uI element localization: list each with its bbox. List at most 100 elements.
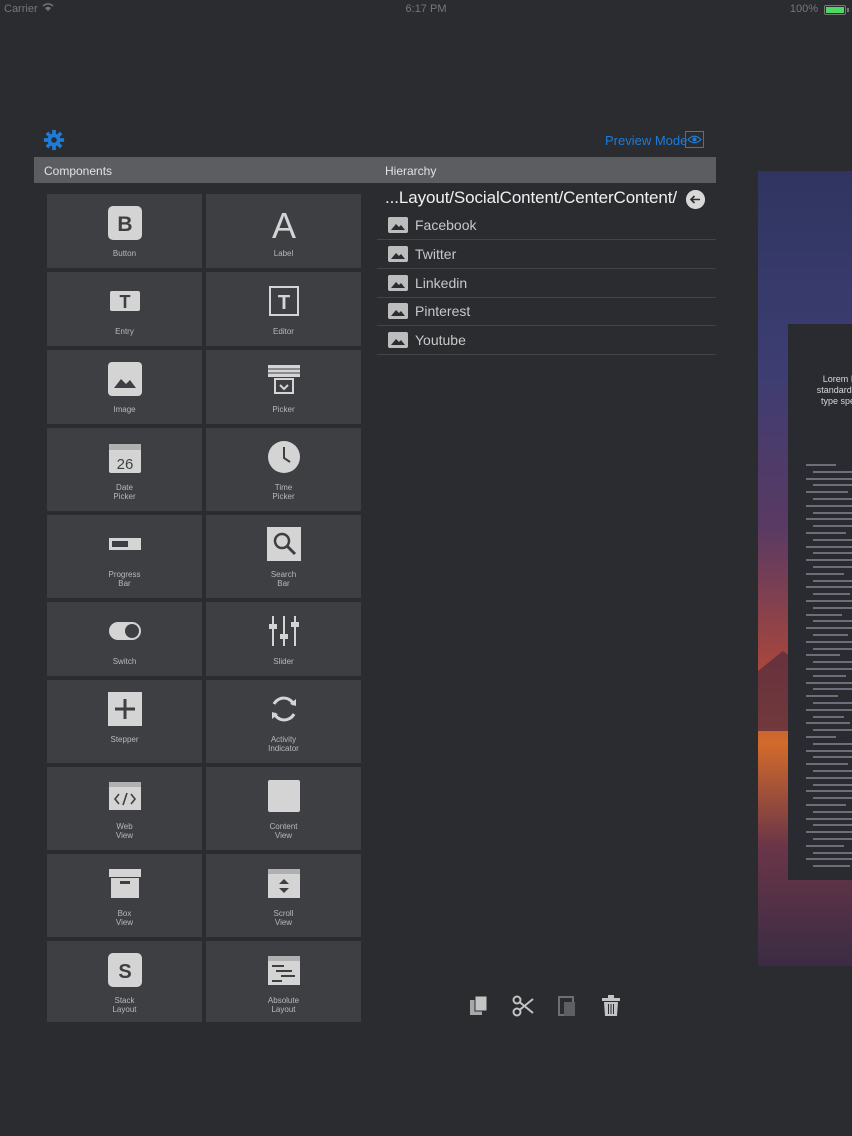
- code-line: [813, 634, 848, 636]
- status-bar: Carrier 6:17 PM 100%: [0, 0, 852, 18]
- editor-icon: T: [268, 286, 299, 316]
- hierarchy-item-linkedin[interactable]: Linkedin: [377, 269, 716, 298]
- component-tile-switch[interactable]: Switch: [47, 602, 202, 676]
- code-line: [813, 470, 852, 473]
- scroll-icon: [267, 869, 300, 898]
- component-label: Search Bar: [270, 570, 297, 588]
- code-line: [813, 511, 852, 514]
- component-label: Activity Indicator: [268, 735, 299, 753]
- code-line: [806, 858, 852, 861]
- hierarchy-item-label: Youtube: [415, 332, 466, 348]
- component-label: Stepper: [110, 735, 139, 744]
- code-icon: [108, 782, 141, 810]
- component-tile-stack-layout[interactable]: S Stack Layout: [47, 941, 202, 1022]
- component-tile-button[interactable]: B Button: [47, 194, 202, 268]
- code-line: [806, 681, 852, 684]
- cut-icon[interactable]: [511, 994, 535, 1018]
- entry-icon: T: [109, 291, 140, 312]
- code-line: [813, 865, 850, 868]
- gear-icon[interactable]: [43, 129, 65, 151]
- button-icon: B: [107, 206, 142, 240]
- code-line: [813, 770, 852, 772]
- component-tile-image[interactable]: Image: [47, 350, 202, 424]
- code-line: [813, 552, 852, 555]
- eye-icon[interactable]: [685, 131, 704, 148]
- component-tile-content-view[interactable]: Content View: [206, 767, 361, 850]
- code-line: [813, 742, 852, 745]
- paste-icon[interactable]: [555, 994, 579, 1018]
- label-icon: A: [271, 206, 295, 240]
- component-tile-date-picker[interactable]: 26 Date Picker: [47, 428, 202, 511]
- hierarchy-item-facebook[interactable]: Facebook: [377, 211, 716, 240]
- code-line: [806, 491, 848, 494]
- hierarchy-item-twitter[interactable]: Twitter: [377, 240, 716, 269]
- square-icon: [267, 780, 300, 812]
- component-label: Absolute Layout: [267, 996, 300, 1014]
- preview-code-sheet: Lorem I standard d type spe: [788, 324, 852, 880]
- component-label: Entry: [115, 327, 134, 336]
- image-icon: [388, 303, 408, 319]
- code-line: [813, 756, 852, 759]
- code-line: [813, 661, 852, 664]
- component-tile-scroll-view[interactable]: Scroll View: [206, 854, 361, 937]
- component-tile-search-bar[interactable]: Search Bar: [206, 515, 361, 598]
- code-line: [813, 484, 852, 487]
- back-arrow-icon[interactable]: [686, 190, 705, 209]
- component-tile-progress-bar[interactable]: Progress Bar: [47, 515, 202, 598]
- trash-icon[interactable]: [599, 994, 623, 1018]
- component-label: Switch: [112, 657, 137, 666]
- hierarchy-item-youtube[interactable]: Youtube: [377, 326, 716, 355]
- battery-icon: [824, 5, 846, 15]
- code-line: [806, 844, 844, 847]
- component-tile-entry[interactable]: T Entry: [47, 272, 202, 346]
- preview-canvas: Lorem I standard d type spe: [758, 171, 852, 966]
- code-line: [806, 736, 836, 738]
- component-label: Time Picker: [272, 483, 295, 501]
- component-tile-slider[interactable]: Slider: [206, 602, 361, 676]
- component-label: Button: [112, 249, 137, 258]
- code-line: [806, 586, 852, 589]
- image-icon: [107, 362, 142, 396]
- hierarchy-item-label: Pinterest: [415, 303, 471, 319]
- component-label: Stack Layout: [112, 996, 137, 1014]
- svg-text:A: A: [271, 206, 295, 240]
- component-label: Label: [273, 249, 294, 258]
- stack-icon: S: [107, 953, 142, 987]
- component-label: Slider: [273, 657, 294, 666]
- svg-text:26: 26: [116, 456, 133, 473]
- hierarchy-item-label: Linkedin: [415, 275, 468, 291]
- component-tile-absolute-layout[interactable]: Absolute Layout: [206, 941, 361, 1022]
- component-tile-box-view[interactable]: Box View: [47, 854, 202, 937]
- component-label: Image: [113, 405, 136, 414]
- component-tile-editor[interactable]: T Editor: [206, 272, 361, 346]
- code-line: [806, 668, 852, 670]
- code-line: [806, 572, 844, 575]
- code-line: [813, 498, 852, 500]
- code-line: [806, 749, 852, 752]
- svg-text:S: S: [118, 961, 131, 983]
- component-tile-stepper[interactable]: Stepper: [47, 680, 202, 763]
- component-tile-web-view[interactable]: Web View: [47, 767, 202, 850]
- code-line: [813, 838, 852, 840]
- code-line: [806, 504, 852, 507]
- code-line: [813, 593, 850, 596]
- component-tile-picker[interactable]: Picker: [206, 350, 361, 424]
- code-line: [806, 722, 850, 725]
- component-label: Scroll View: [273, 909, 294, 927]
- picker-icon: [267, 365, 300, 394]
- hierarchy-item-pinterest[interactable]: Pinterest: [377, 297, 716, 326]
- svg-text:T: T: [277, 292, 289, 314]
- slider-icon: [268, 616, 299, 646]
- component-tile-label[interactable]: A Label: [206, 194, 361, 268]
- code-line: [813, 824, 852, 827]
- code-line: [813, 538, 852, 541]
- code-line: [806, 559, 852, 562]
- code-line: [813, 606, 852, 609]
- component-tile-time-picker[interactable]: Time Picker: [206, 428, 361, 511]
- image-icon: [388, 275, 408, 291]
- preview-mode-button[interactable]: Preview Mode: [605, 133, 687, 148]
- component-tile-activity-indicator[interactable]: Activity Indicator: [206, 680, 361, 763]
- preview-lorem-text: Lorem I standard d type spe: [816, 374, 852, 406]
- battery-percent: 100%: [789, 3, 818, 15]
- copy-icon[interactable]: [467, 994, 491, 1018]
